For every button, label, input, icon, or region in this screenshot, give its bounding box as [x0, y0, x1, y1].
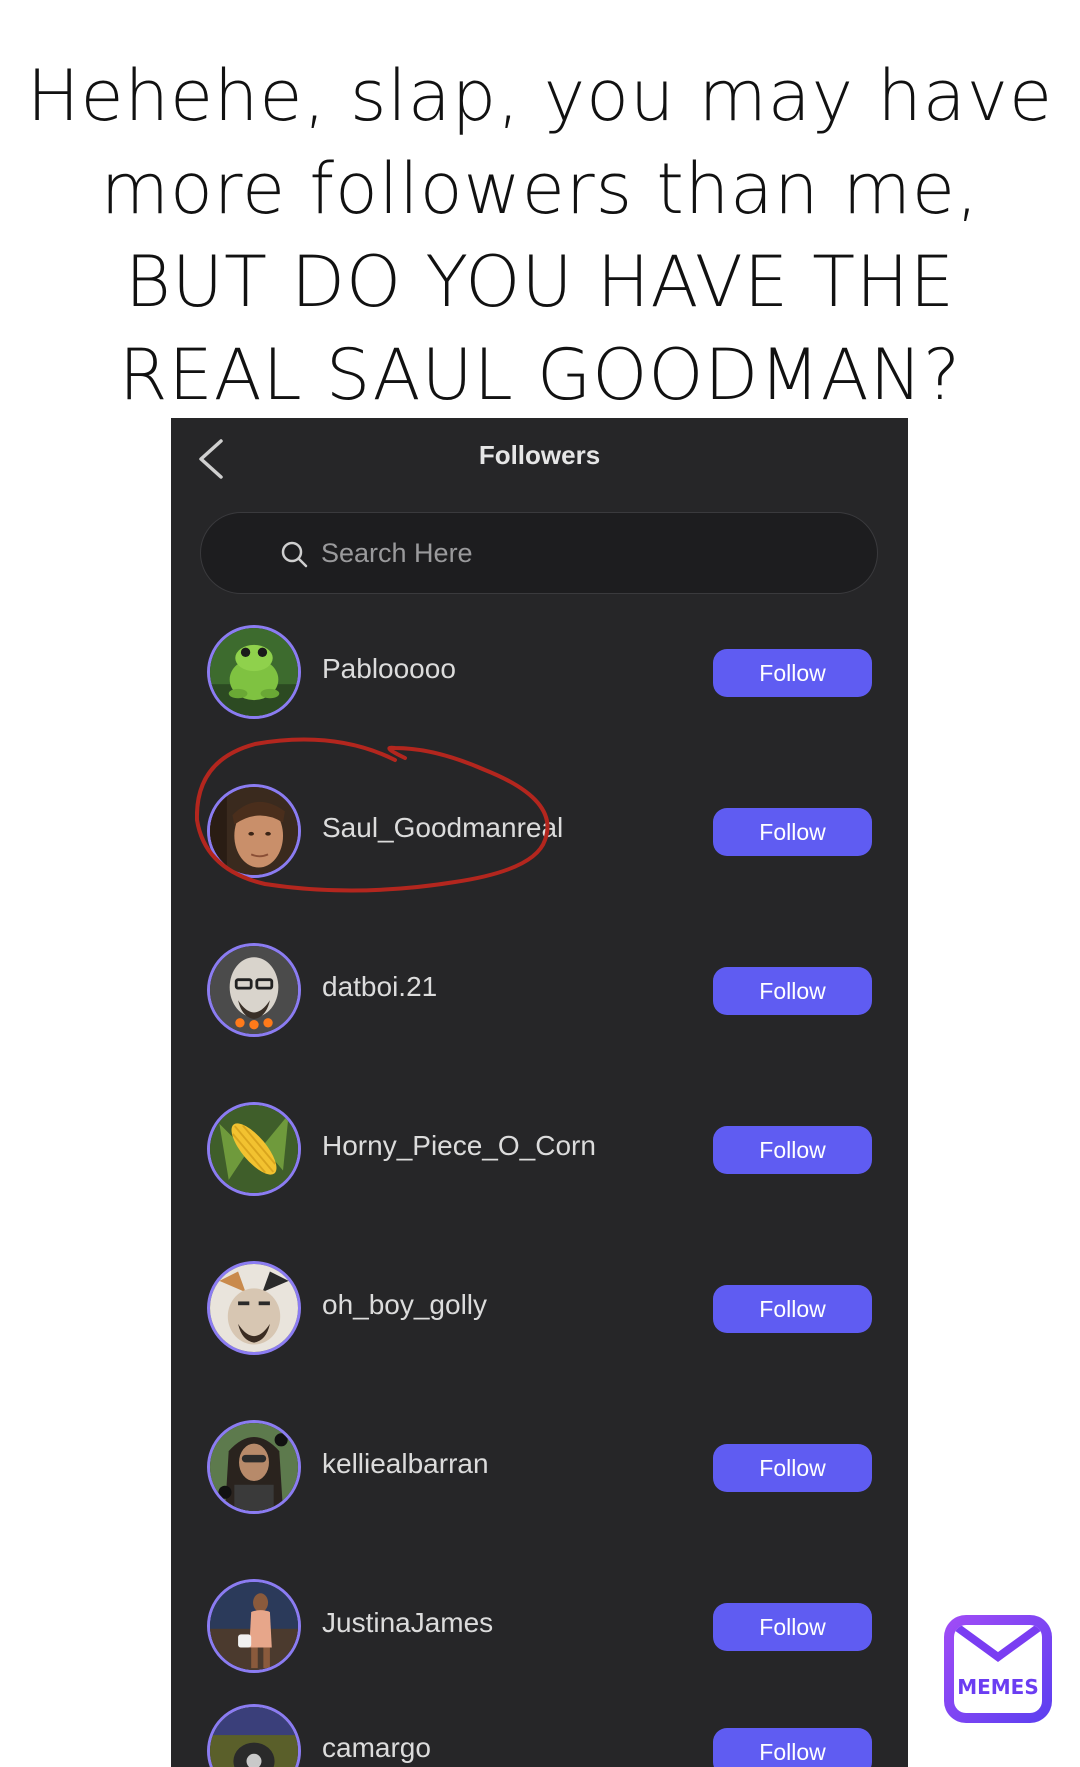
memes-watermark-logo: MEMES	[944, 1615, 1052, 1723]
woman-avatar[interactable]	[207, 1420, 301, 1514]
follower-username[interactable]: camargo	[322, 1732, 431, 1764]
follower-username[interactable]: Pablooooo	[322, 653, 456, 685]
caption-line-1: Hehehe, slap, you may have	[26, 55, 1054, 137]
caption-line-3: BUT DO YOU HAVE THE	[125, 241, 955, 323]
page-title: Followers	[478, 440, 601, 470]
follower-row[interactable]: Saul_Goodmanreal Follow	[171, 784, 908, 884]
follow-button[interactable]: Follow	[713, 1285, 872, 1333]
follower-row[interactable]: Horny_Piece_O_Corn Follow	[171, 1102, 908, 1202]
follow-button[interactable]: Follow	[713, 808, 872, 856]
follow-button[interactable]: Follow	[713, 1444, 872, 1492]
follower-row[interactable]: Pablooooo Follow	[171, 625, 908, 725]
follow-button[interactable]: Follow	[713, 1603, 872, 1651]
follow-button[interactable]: Follow	[713, 649, 872, 697]
followers-screen: Followers Pablooooo Follow	[171, 418, 908, 1767]
follower-username[interactable]: kelliealbarran	[322, 1448, 489, 1480]
follower-row[interactable]: camargo Follow	[171, 1704, 908, 1767]
meme-caption: Hehehe, slap, you may have more follower…	[0, 50, 1080, 422]
follow-button[interactable]: Follow	[713, 1728, 872, 1767]
search-bar[interactable]	[200, 512, 878, 594]
follower-row[interactable]: JustinaJames Follow	[171, 1579, 908, 1679]
follower-username[interactable]: Horny_Piece_O_Corn	[322, 1130, 596, 1162]
man-face-avatar[interactable]	[207, 784, 301, 878]
search-icon	[281, 541, 308, 568]
cat-face-avatar[interactable]	[207, 1261, 301, 1355]
follower-username[interactable]: JustinaJames	[322, 1607, 493, 1639]
follower-username[interactable]: Saul_Goodmanreal	[322, 812, 563, 844]
follower-username[interactable]: datboi.21	[322, 971, 437, 1003]
follow-button[interactable]: Follow	[713, 967, 872, 1015]
frog-avatar[interactable]	[207, 625, 301, 719]
caption-line-4: REAL SAUL GOODMAN?	[118, 334, 962, 416]
bald-man-avatar[interactable]	[207, 943, 301, 1037]
follow-button[interactable]: Follow	[713, 1126, 872, 1174]
caption-line-2: more followers than me,	[100, 148, 980, 230]
corn-avatar[interactable]	[207, 1102, 301, 1196]
watermark-text: MEMES	[957, 1675, 1039, 1699]
person-avatar[interactable]	[207, 1704, 301, 1767]
follower-row[interactable]: kelliealbarran Follow	[171, 1420, 908, 1520]
follower-username[interactable]: oh_boy_golly	[322, 1289, 487, 1321]
envelope-icon	[954, 1625, 1042, 1662]
follower-row[interactable]: datboi.21 Follow	[171, 943, 908, 1043]
follower-row[interactable]: oh_boy_golly Follow	[171, 1261, 908, 1361]
search-input[interactable]	[321, 531, 841, 575]
woman-avatar[interactable]	[207, 1579, 301, 1673]
